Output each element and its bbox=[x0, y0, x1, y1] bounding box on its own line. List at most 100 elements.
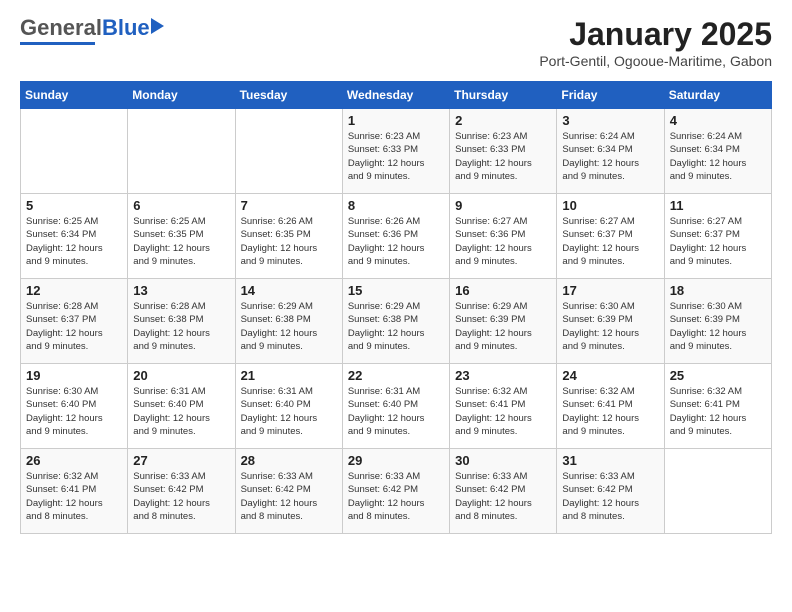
day-cell: 25Sunrise: 6:32 AMSunset: 6:41 PMDayligh… bbox=[664, 364, 771, 449]
day-number: 30 bbox=[455, 453, 551, 468]
day-number: 15 bbox=[348, 283, 444, 298]
day-info: Sunrise: 6:31 AMSunset: 6:40 PMDaylight:… bbox=[241, 385, 337, 438]
day-cell: 19Sunrise: 6:30 AMSunset: 6:40 PMDayligh… bbox=[21, 364, 128, 449]
day-number: 29 bbox=[348, 453, 444, 468]
day-number: 24 bbox=[562, 368, 658, 383]
calendar-table: SundayMondayTuesdayWednesdayThursdayFrid… bbox=[20, 81, 772, 534]
day-header-monday: Monday bbox=[128, 82, 235, 109]
day-cell: 14Sunrise: 6:29 AMSunset: 6:38 PMDayligh… bbox=[235, 279, 342, 364]
day-cell: 31Sunrise: 6:33 AMSunset: 6:42 PMDayligh… bbox=[557, 449, 664, 534]
week-row-5: 26 Sunrise: 6:32 AMSunset: 6:41 PMDayligh… bbox=[21, 449, 772, 534]
day-number: 27 bbox=[133, 453, 229, 468]
day-cell: 3 Sunrise: 6:24 AMSunset: 6:34 PMDaylight… bbox=[557, 109, 664, 194]
day-cell: 27Sunrise: 6:33 AMSunset: 6:42 PMDayligh… bbox=[128, 449, 235, 534]
day-number: 21 bbox=[241, 368, 337, 383]
title-area: January 2025 Port-Gentil, Ogooue-Maritim… bbox=[539, 16, 772, 69]
day-number: 13 bbox=[133, 283, 229, 298]
day-number: 28 bbox=[241, 453, 337, 468]
day-number: 25 bbox=[670, 368, 766, 383]
day-cell: 18Sunrise: 6:30 AMSunset: 6:39 PMDayligh… bbox=[664, 279, 771, 364]
day-info: Sunrise: 6:29 AMSunset: 6:38 PMDaylight:… bbox=[348, 300, 444, 353]
day-info: Sunrise: 6:26 AMSunset: 6:35 PMDaylight:… bbox=[241, 215, 337, 268]
day-info: Sunrise: 6:27 AMSunset: 6:37 PMDaylight:… bbox=[562, 215, 658, 268]
day-cell: 21 Sunrise: 6:31 AMSunset: 6:40 PMDayligh… bbox=[235, 364, 342, 449]
day-number: 12 bbox=[26, 283, 122, 298]
day-header-sunday: Sunday bbox=[21, 82, 128, 109]
day-number: 3 bbox=[562, 113, 658, 128]
day-cell: 6Sunrise: 6:25 AMSunset: 6:35 PMDaylight… bbox=[128, 194, 235, 279]
day-info: Sunrise: 6:30 AMSunset: 6:40 PMDaylight:… bbox=[26, 385, 122, 438]
day-info: Sunrise: 6:29 AMSunset: 6:38 PMDaylight:… bbox=[241, 300, 337, 353]
day-number: 2 bbox=[455, 113, 551, 128]
day-number: 22 bbox=[348, 368, 444, 383]
logo-text: GeneralBlue bbox=[20, 15, 150, 40]
day-number: 9 bbox=[455, 198, 551, 213]
day-info: Sunrise: 6:30 AMSunset: 6:39 PMDaylight:… bbox=[562, 300, 658, 353]
day-info: Sunrise: 6:33 AMSunset: 6:42 PMDaylight:… bbox=[241, 470, 337, 523]
day-cell bbox=[128, 109, 235, 194]
day-cell: 10Sunrise: 6:27 AMSunset: 6:37 PMDayligh… bbox=[557, 194, 664, 279]
day-cell: 2 Sunrise: 6:23 AMSunset: 6:33 PMDaylight… bbox=[450, 109, 557, 194]
days-header-row: SundayMondayTuesdayWednesdayThursdayFrid… bbox=[21, 82, 772, 109]
day-cell bbox=[21, 109, 128, 194]
day-number: 16 bbox=[455, 283, 551, 298]
day-number: 1 bbox=[348, 113, 444, 128]
day-info: Sunrise: 6:28 AMSunset: 6:37 PMDaylight:… bbox=[26, 300, 122, 353]
week-row-2: 5Sunrise: 6:25 AMSunset: 6:34 PMDaylight… bbox=[21, 194, 772, 279]
day-info: Sunrise: 6:31 AMSunset: 6:40 PMDaylight:… bbox=[348, 385, 444, 438]
week-row-4: 19Sunrise: 6:30 AMSunset: 6:40 PMDayligh… bbox=[21, 364, 772, 449]
day-cell bbox=[235, 109, 342, 194]
day-info: Sunrise: 6:32 AMSunset: 6:41 PMDaylight:… bbox=[562, 385, 658, 438]
day-info: Sunrise: 6:28 AMSunset: 6:38 PMDaylight:… bbox=[133, 300, 229, 353]
day-number: 8 bbox=[348, 198, 444, 213]
day-cell: 12 Sunrise: 6:28 AMSunset: 6:37 PMDayligh… bbox=[21, 279, 128, 364]
logo-arrow-icon bbox=[151, 18, 164, 34]
day-info: Sunrise: 6:32 AMSunset: 6:41 PMDaylight:… bbox=[26, 470, 122, 523]
day-cell: 8Sunrise: 6:26 AMSunset: 6:36 PMDaylight… bbox=[342, 194, 449, 279]
logo-blue: Blue bbox=[102, 15, 150, 40]
day-info: Sunrise: 6:29 AMSunset: 6:39 PMDaylight:… bbox=[455, 300, 551, 353]
day-info: Sunrise: 6:33 AMSunset: 6:42 PMDaylight:… bbox=[348, 470, 444, 523]
day-cell: 15 Sunrise: 6:29 AMSunset: 6:38 PMDayligh… bbox=[342, 279, 449, 364]
day-number: 7 bbox=[241, 198, 337, 213]
header: GeneralBlue January 2025 Port-Gentil, Og… bbox=[20, 16, 772, 69]
day-info: Sunrise: 6:30 AMSunset: 6:39 PMDaylight:… bbox=[670, 300, 766, 353]
day-cell: 23Sunrise: 6:32 AMSunset: 6:41 PMDayligh… bbox=[450, 364, 557, 449]
day-cell: 17 Sunrise: 6:30 AMSunset: 6:39 PMDayligh… bbox=[557, 279, 664, 364]
day-info: Sunrise: 6:24 AMSunset: 6:34 PMDaylight:… bbox=[562, 130, 658, 183]
day-info: Sunrise: 6:25 AMSunset: 6:34 PMDaylight:… bbox=[26, 215, 122, 268]
day-header-friday: Friday bbox=[557, 82, 664, 109]
calendar-subtitle: Port-Gentil, Ogooue-Maritime, Gabon bbox=[539, 53, 772, 69]
day-info: Sunrise: 6:23 AMSunset: 6:33 PMDaylight:… bbox=[455, 130, 551, 183]
day-header-tuesday: Tuesday bbox=[235, 82, 342, 109]
day-header-wednesday: Wednesday bbox=[342, 82, 449, 109]
day-cell: 16 Sunrise: 6:29 AMSunset: 6:39 PMDayligh… bbox=[450, 279, 557, 364]
day-info: Sunrise: 6:33 AMSunset: 6:42 PMDaylight:… bbox=[562, 470, 658, 523]
day-info: Sunrise: 6:31 AMSunset: 6:40 PMDaylight:… bbox=[133, 385, 229, 438]
logo-underline bbox=[20, 42, 95, 45]
day-info: Sunrise: 6:33 AMSunset: 6:42 PMDaylight:… bbox=[455, 470, 551, 523]
week-row-3: 12 Sunrise: 6:28 AMSunset: 6:37 PMDayligh… bbox=[21, 279, 772, 364]
day-cell: 29 Sunrise: 6:33 AMSunset: 6:42 PMDayligh… bbox=[342, 449, 449, 534]
day-info: Sunrise: 6:27 AMSunset: 6:36 PMDaylight:… bbox=[455, 215, 551, 268]
day-info: Sunrise: 6:23 AMSunset: 6:33 PMDaylight:… bbox=[348, 130, 444, 183]
day-cell: 1 Sunrise: 6:23 AMSunset: 6:33 PMDaylight… bbox=[342, 109, 449, 194]
day-info: Sunrise: 6:32 AMSunset: 6:41 PMDaylight:… bbox=[455, 385, 551, 438]
day-cell: 20 Sunrise: 6:31 AMSunset: 6:40 PMDayligh… bbox=[128, 364, 235, 449]
day-cell: 24 Sunrise: 6:32 AMSunset: 6:41 PMDayligh… bbox=[557, 364, 664, 449]
logo-general: General bbox=[20, 15, 102, 40]
day-cell: 26 Sunrise: 6:32 AMSunset: 6:41 PMDayligh… bbox=[21, 449, 128, 534]
day-info: Sunrise: 6:27 AMSunset: 6:37 PMDaylight:… bbox=[670, 215, 766, 268]
day-cell: 5Sunrise: 6:25 AMSunset: 6:34 PMDaylight… bbox=[21, 194, 128, 279]
day-cell: 9 Sunrise: 6:27 AMSunset: 6:36 PMDaylight… bbox=[450, 194, 557, 279]
week-row-1: 1 Sunrise: 6:23 AMSunset: 6:33 PMDaylight… bbox=[21, 109, 772, 194]
day-number: 26 bbox=[26, 453, 122, 468]
day-number: 6 bbox=[133, 198, 229, 213]
day-number: 20 bbox=[133, 368, 229, 383]
day-cell: 13 Sunrise: 6:28 AMSunset: 6:38 PMDayligh… bbox=[128, 279, 235, 364]
logo: GeneralBlue bbox=[20, 16, 150, 45]
day-cell: 22 Sunrise: 6:31 AMSunset: 6:40 PMDayligh… bbox=[342, 364, 449, 449]
day-info: Sunrise: 6:24 AMSunset: 6:34 PMDaylight:… bbox=[670, 130, 766, 183]
day-number: 17 bbox=[562, 283, 658, 298]
calendar-title: January 2025 bbox=[539, 16, 772, 53]
